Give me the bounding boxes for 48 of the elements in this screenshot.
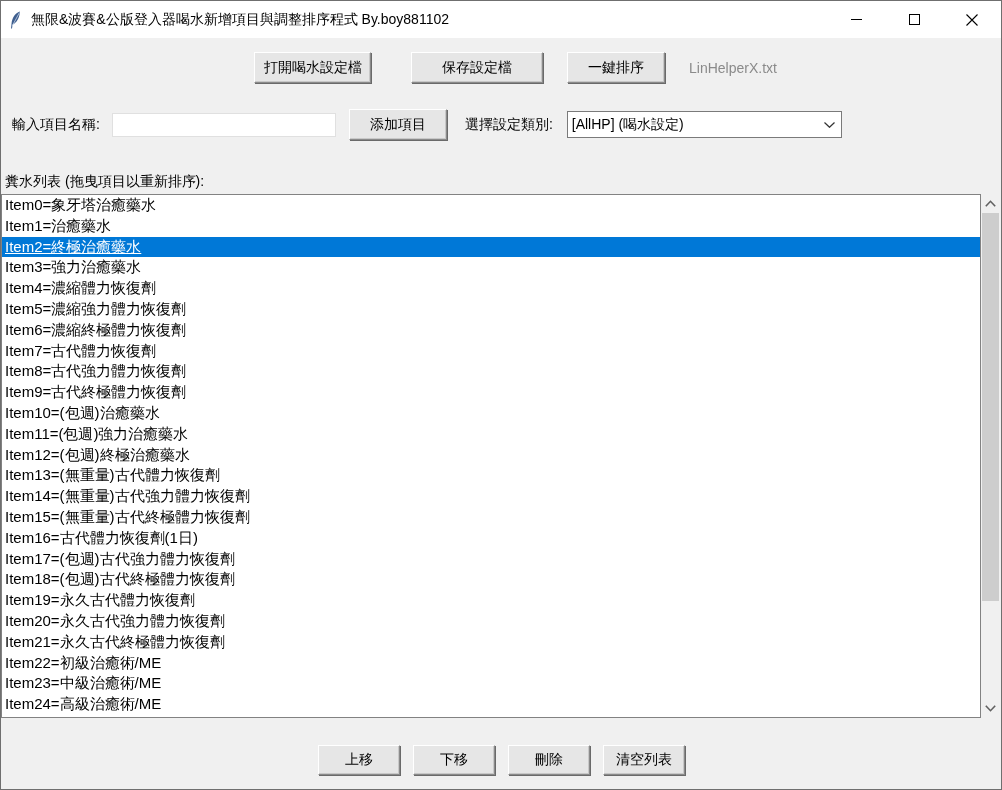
action-button[interactable]: 刪除 [508,745,590,775]
list-item[interactable]: Item21=永久古代終極體力恢復劑 [2,631,980,653]
feather-icon [10,10,21,29]
list-item[interactable]: Item19=永久古代體力恢復劑 [2,590,980,611]
maximize-icon [908,14,920,25]
add-item-button[interactable]: 添加項目 [348,109,447,140]
list-item[interactable]: Item15=(無重量)古代終極體力恢復劑 [2,506,980,528]
list-item[interactable]: Item8=古代強力體力恢復劑 [2,361,980,383]
scroll-up-icon[interactable] [985,200,996,207]
list-item[interactable]: Item14=(無重量)古代強力體力恢復劑 [2,486,980,507]
list-item[interactable]: Item5=濃縮強力體力恢復劑 [2,299,980,320]
list-item[interactable]: Item23=中級治癒術/ME [2,673,980,695]
name-input-field[interactable] [111,112,336,137]
list-item[interactable]: Item11=(包週)強力治癒藥水 [2,423,980,445]
chevron-down-icon [823,121,835,128]
file-name-label: LinHelperX.txt [689,59,777,76]
list-item[interactable]: Item24=高級治癒術/ME [2,694,980,715]
list-item[interactable]: Item18=(包週)古代終極體力恢復劑 [2,569,980,591]
list-item[interactable]: Item10=(包週)治癒藥水 [2,402,980,424]
list-item[interactable]: Item13=(無重量)古代體力恢復劑 [2,465,980,487]
action-button[interactable]: 清空列表 [603,745,685,775]
toolbar-button[interactable]: 打開喝水設定檔 [254,52,371,83]
list-item[interactable]: Item16=古代體力恢復劑(1日) [2,527,980,549]
list-item[interactable]: Item22=初級治癒術/ME [2,652,980,674]
list-item[interactable]: Item12=(包週)終極治癒藥水 [2,444,980,466]
action-button[interactable]: 下移 [413,745,495,775]
list-item[interactable]: Item6=濃縮終極體力恢復劑 [2,319,980,341]
list-item[interactable]: Item0=象牙塔治癒藥水 [2,195,980,216]
toolbar-button[interactable]: 一鍵排序 [567,52,665,83]
name-label: 輸入項目名稱: [12,115,100,134]
list-label: 糞水列表 (拖曳項目以重新排序): [5,172,205,190]
scroll-down-icon[interactable] [985,705,996,712]
list-item[interactable]: Item20=永久古代強力體力恢復劑 [2,610,980,632]
list-item[interactable]: Item3=強力治癒藥水 [2,257,980,279]
list-item[interactable]: Item4=濃縮體力恢復劑 [2,278,980,299]
list-item[interactable]: Item1=治癒藥水 [2,215,980,237]
window-title: 無限&波賽&公版登入器喝水新增項目與調整排序程式 By.boy881102 [31,10,449,29]
category-label: 選擇設定類別: [464,115,553,134]
list-item[interactable]: Item17=(包週)古代強力體力恢復劑 [2,548,980,570]
action-button[interactable]: 上移 [318,745,400,775]
list-item[interactable]: Item9=古代終極體力恢復劑 [2,382,980,403]
toolbar-button[interactable]: 保存設定檔 [411,52,543,83]
minimize-icon [850,19,862,20]
list-item[interactable]: Item2=終極治癒藥水 [2,236,980,258]
category-select[interactable]: [AllHP] (喝水設定) [566,111,842,138]
list-item[interactable]: Item7=古代體力恢復劑 [2,340,980,362]
close-icon [966,13,978,26]
scrollbar-thumb[interactable] [982,213,999,601]
